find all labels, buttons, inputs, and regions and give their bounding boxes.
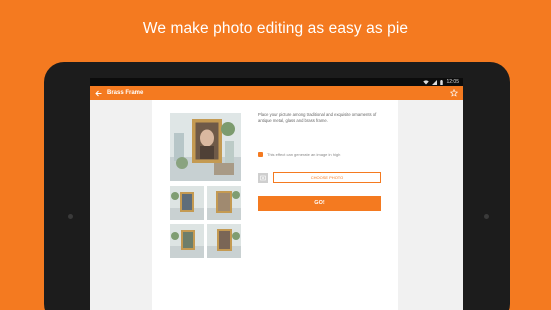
tablet-camera [68, 214, 73, 219]
app-screen: 12:05 Brass Frame Place your picture amo… [90, 78, 463, 310]
hd-option-row: This effect can generate an image in hig… [258, 152, 340, 157]
screen-title: Brass Frame [107, 90, 144, 96]
effect-card: Place your picture among traditional and… [152, 100, 398, 310]
effect-sample-thumbnail [207, 186, 241, 220]
effect-sample-thumbnail [170, 186, 204, 220]
wifi-icon [423, 79, 430, 85]
signal-icon [432, 79, 438, 85]
effect-sample-thumbnail [170, 224, 204, 258]
hd-checkbox[interactable] [258, 152, 263, 157]
tablet-sensor [484, 214, 489, 219]
status-time: 12:05 [446, 79, 459, 85]
effect-description: Place your picture among traditional and… [258, 112, 377, 123]
photo-placeholder-icon [258, 172, 268, 183]
hd-note: This effect can generate an image in hig… [267, 152, 341, 157]
battery-icon [440, 79, 444, 85]
app-bar: Brass Frame [90, 86, 463, 100]
effect-preview-image [170, 113, 241, 181]
choose-photo-row: CHOOSE PHOTO [258, 172, 381, 183]
effect-sample-thumbnail [207, 224, 241, 258]
back-arrow-icon[interactable] [95, 89, 103, 97]
go-button[interactable]: GO! [258, 196, 381, 211]
status-bar: 12:05 [90, 78, 463, 86]
promo-headline: We make photo editing as easy as pie [142, 20, 409, 37]
choose-photo-button[interactable]: CHOOSE PHOTO [273, 172, 381, 183]
favorite-star-icon[interactable] [450, 89, 458, 97]
